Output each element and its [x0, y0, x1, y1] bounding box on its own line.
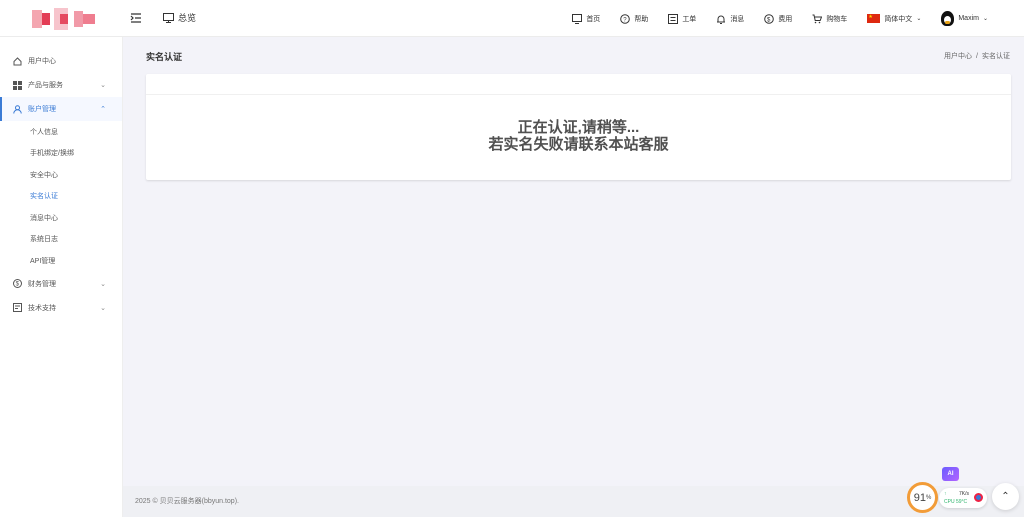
sidebar-subitem-profile[interactable]: 个人信息	[0, 121, 122, 143]
sidebar-item-label: 账户管理	[28, 106, 56, 113]
logo[interactable]	[30, 8, 98, 30]
cart-icon	[812, 14, 823, 23]
ticket-icon	[668, 13, 679, 24]
svg-text:$: $	[767, 17, 771, 23]
chevron-down-icon: ⌄	[916, 16, 922, 22]
nav-billing-label: 费用	[778, 15, 793, 23]
nav-messages[interactable]: 消息	[716, 14, 744, 24]
sidebar-subitem-messages[interactable]: 消息中心	[0, 207, 122, 229]
china-flag-icon	[867, 14, 881, 23]
nav-ticket[interactable]: 工单	[668, 13, 697, 24]
page-title: 实名认证	[146, 52, 183, 62]
top-bar: 总览 首页 ? 帮助 工单 消息 $ 费用 购物车 简体中文 ⌄	[0, 0, 1024, 37]
sidebar-item-finance[interactable]: $ 财务管理 ⌄	[0, 272, 122, 296]
nav-home-label: 首页	[586, 15, 601, 23]
language-label: 简体中文	[884, 15, 913, 23]
breadcrumb: 用户中心 / 实名认证	[944, 53, 1010, 60]
sidebar-item-support[interactable]: 技术支持 ⌄	[0, 296, 122, 320]
sidebar-item-label: 财务管理	[28, 280, 56, 288]
scroll-to-top-button[interactable]: ⌃	[992, 483, 1019, 510]
sidebar-item-label: 技术支持	[28, 304, 56, 312]
cpu-temp: CPU 59°C	[944, 499, 968, 505]
gauge-value: 91	[913, 491, 926, 504]
nav-ticket-label: 工单	[682, 15, 697, 23]
network-speed: 7K/s	[959, 491, 970, 497]
sidebar-item-account[interactable]: 账户管理 ⌃	[0, 97, 122, 121]
nav-cart[interactable]: 购物车	[812, 14, 847, 24]
system-monitor-widget[interactable]: ↑ 7K/s CPU 59°C	[939, 488, 987, 508]
sidebar-subitem-api[interactable]: API管理	[0, 250, 122, 272]
status-message: 正在认证,请稍等... 若实名失败请联系本站客服	[146, 119, 1011, 153]
nav-help-label: 帮助	[634, 15, 649, 23]
breadcrumb-link[interactable]: 用户中心	[944, 53, 972, 60]
gauge-unit: %	[925, 494, 932, 501]
username: Maxim	[958, 15, 979, 22]
copyright-text: 2025 © 贝贝云服务器(bbyun.top).	[135, 498, 239, 505]
status-line-1: 正在认证,请稍等...	[517, 119, 640, 136]
chevron-down-icon: ⌄	[100, 280, 106, 288]
sidebar: 用户中心 产品与服务 ⌄ 账户管理 ⌃ 个人信息 手机绑定/换绑 安全中心 实名…	[0, 37, 123, 517]
sidebar-subitem-verification[interactable]: 实名认证	[0, 186, 122, 208]
dollar-icon: $	[764, 13, 775, 24]
help-icon: ?	[620, 13, 631, 24]
chevron-up-icon: ⌃	[100, 106, 106, 113]
menu-toggle-icon[interactable]	[130, 12, 142, 24]
overview-link[interactable]: 总览	[163, 11, 196, 24]
grid-icon	[13, 80, 22, 90]
nav-home[interactable]: 首页	[572, 13, 601, 24]
overview-label: 总览	[178, 13, 197, 23]
status-line-2: 若实名失败请联系本站客服	[488, 136, 669, 153]
home-icon	[13, 56, 22, 66]
sidebar-item-label: 产品与服务	[28, 82, 63, 89]
language-selector[interactable]: 简体中文 ⌄	[867, 14, 921, 24]
sidebar-subitem-phone-binding[interactable]: 手机绑定/换绑	[0, 143, 122, 165]
footer: 2025 © 贝贝云服务器(bbyun.top).	[123, 486, 1024, 517]
nav-messages-label: 消息	[730, 15, 745, 23]
user-icon	[13, 104, 22, 114]
monitor-icon	[163, 12, 174, 23]
monitor-app-icon	[974, 493, 983, 502]
card-header	[146, 74, 1011, 95]
chevron-down-icon: ⌄	[100, 304, 106, 312]
verification-card: 正在认证,请稍等... 若实名失败请联系本站客服	[146, 74, 1011, 180]
breadcrumb-current: 实名认证	[982, 53, 1010, 60]
support-icon	[13, 303, 22, 312]
sidebar-subitem-security[interactable]: 安全中心	[0, 164, 122, 186]
dollar-icon: $	[13, 279, 22, 288]
chevron-down-icon: ⌄	[100, 82, 106, 89]
sidebar-item-products[interactable]: 产品与服务 ⌄	[0, 73, 122, 97]
top-nav: 首页 ? 帮助 工单 消息 $ 费用 购物车 简体中文 ⌄ Maxim	[572, 0, 1024, 37]
nav-cart-label: 购物车	[826, 15, 848, 23]
user-menu[interactable]: Maxim ⌄	[941, 11, 988, 26]
memory-gauge[interactable]: 91%	[907, 482, 938, 513]
chevron-up-icon: ⌃	[1001, 491, 1010, 502]
bell-icon	[717, 15, 726, 24]
sidebar-item-label: 用户中心	[28, 58, 56, 65]
ai-assistant-button[interactable]: AI	[942, 467, 959, 481]
nav-help[interactable]: ? 帮助	[620, 13, 649, 24]
nav-billing[interactable]: $ 费用	[764, 13, 793, 24]
chevron-down-icon: ⌄	[982, 16, 988, 22]
avatar	[941, 11, 955, 26]
home-monitor-icon	[572, 13, 583, 24]
sidebar-subitem-logs[interactable]: 系统日志	[0, 229, 122, 251]
upload-arrow-icon: ↑	[944, 491, 947, 497]
sidebar-item-user-center[interactable]: 用户中心	[0, 49, 122, 73]
